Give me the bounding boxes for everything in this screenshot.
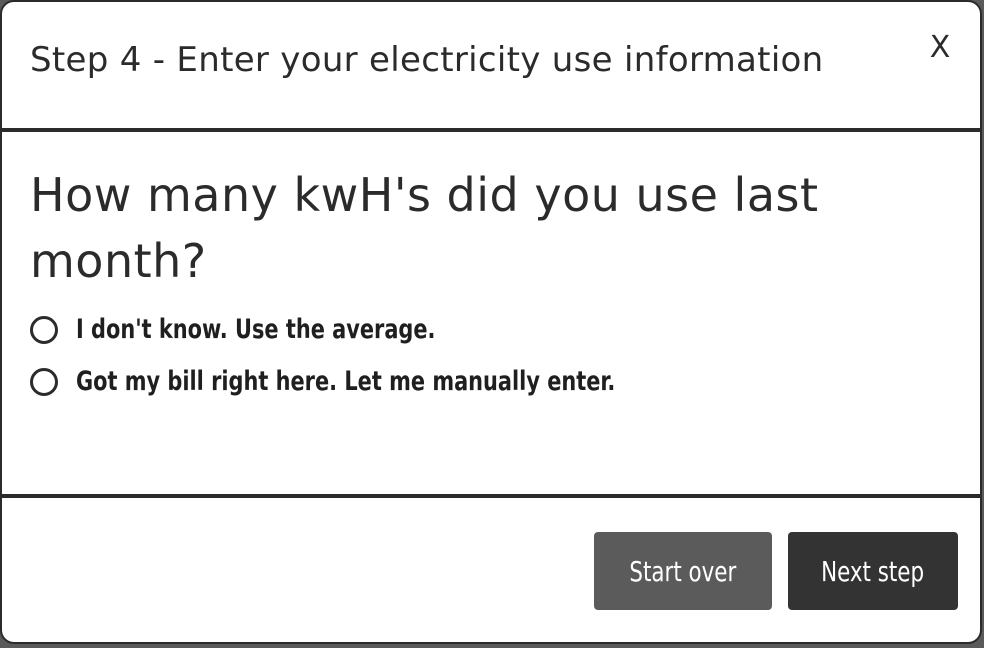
question-heading: How many kwH's did you use last month?	[30, 168, 819, 288]
option-use-average[interactable]: I don't know. Use the average.	[30, 314, 494, 345]
start-over-button[interactable]: Start over	[594, 532, 772, 610]
modal-body: How many kwH's did you use last month? I…	[2, 132, 980, 498]
option-label-manual-entry: Got my bill right here. Let me manually …	[76, 366, 616, 397]
next-step-button[interactable]: Next step	[788, 532, 958, 610]
start-over-label: Start over	[629, 554, 737, 588]
modal-footer: Start over Next step	[2, 498, 980, 642]
next-step-label: Next step	[821, 554, 925, 588]
radio-button-use-average[interactable]	[30, 315, 58, 344]
option-manual-entry[interactable]: Got my bill right here. Let me manually …	[30, 366, 703, 397]
close-button[interactable]: X	[924, 28, 956, 68]
modal-title: Step 4 - Enter your electricity use info…	[30, 40, 824, 80]
modal-header: Step 4 - Enter your electricity use info…	[2, 2, 980, 132]
radio-button-manual-entry[interactable]	[30, 367, 58, 396]
option-label-use-average: I don't know. Use the average.	[76, 314, 436, 345]
wizard-modal: Step 4 - Enter your electricity use info…	[0, 0, 982, 644]
